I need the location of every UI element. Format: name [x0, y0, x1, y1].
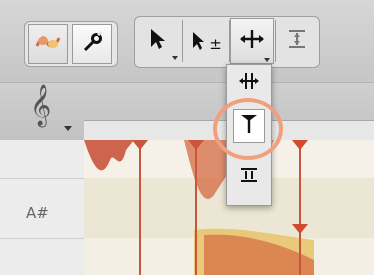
clef-caret-icon[interactable]: [64, 126, 72, 131]
horizontal-move-option[interactable]: [236, 71, 262, 95]
horizontal-move-icon: [238, 71, 260, 95]
equal-spacing-icon: [238, 166, 260, 188]
key-divider: [0, 178, 84, 179]
pointer-plus-tool-button[interactable]: ±: [184, 18, 228, 64]
blob-tool-button[interactable]: [28, 24, 68, 64]
key-divider: [0, 238, 84, 239]
separation-tool-button[interactable]: [277, 18, 317, 64]
highlight-circle: [213, 98, 283, 160]
move-tool-icon: [238, 28, 266, 54]
wrench-tool-button[interactable]: [72, 24, 112, 64]
equal-spacing-option[interactable]: [236, 165, 262, 189]
pointer-plus-label: ±: [209, 35, 222, 53]
move-tool-caret-icon[interactable]: [264, 58, 270, 62]
pointer-tool-caret-icon[interactable]: [172, 56, 178, 60]
pointer-tool-icon: [147, 27, 169, 55]
separation-tool-icon: [286, 28, 308, 54]
clef-selector[interactable]: 𝄞: [30, 88, 51, 124]
pointer-plus-tool-icon: ±: [190, 29, 222, 53]
wrench-icon: [80, 30, 104, 58]
blob-tool-icon: [35, 32, 61, 56]
divider: [275, 20, 276, 62]
divider: [182, 20, 183, 62]
key-label: A#: [26, 204, 49, 222]
